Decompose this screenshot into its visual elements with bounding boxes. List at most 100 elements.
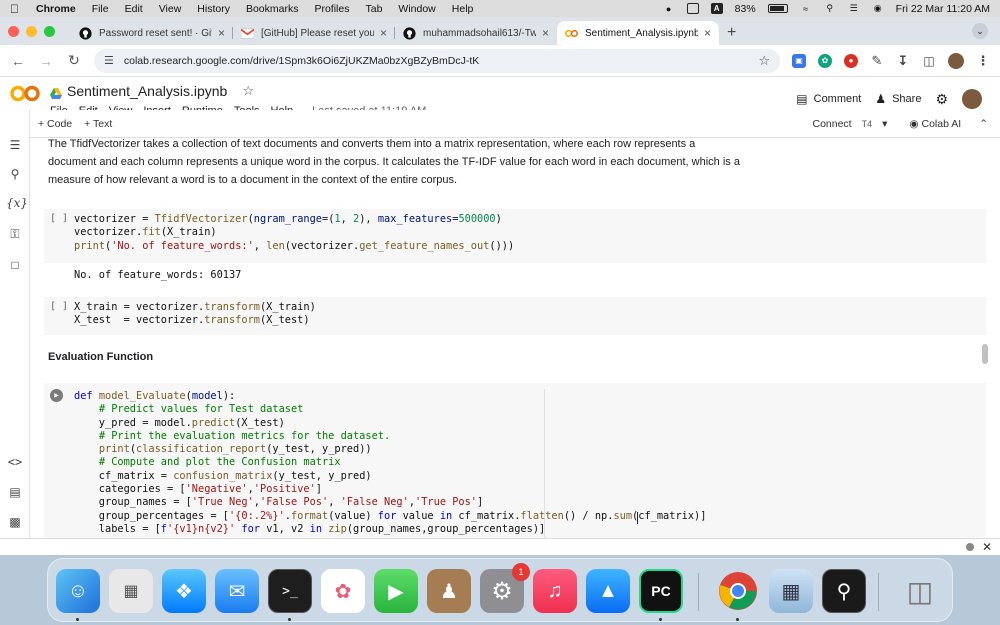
command-palette-icon[interactable]: ▤	[6, 485, 24, 499]
menu-bookmarks[interactable]: Bookmarks	[246, 3, 299, 15]
menu-window[interactable]: Window	[398, 3, 435, 15]
input-source-icon[interactable]: A	[710, 3, 723, 14]
siri-icon[interactable]: ◉	[872, 3, 884, 14]
code-cell-transform[interactable]: [ ] X_train = vectorizer.transform(X_tra…	[44, 297, 986, 335]
extension-blue-icon[interactable]: ▣	[792, 53, 806, 68]
star-notebook-icon[interactable]: ☆	[242, 83, 254, 99]
table-of-contents-icon[interactable]: ☰	[6, 138, 24, 152]
app-store-icon[interactable]: ▲	[586, 569, 630, 613]
colab-ai-button[interactable]: ◉ Colab AI	[909, 118, 961, 130]
new-tab-button[interactable]: +	[727, 21, 736, 45]
runtime-dropdown-icon[interactable]: ▾	[882, 118, 887, 130]
run-cell-button[interactable]: [ ]	[50, 213, 68, 224]
menu-app-name[interactable]: Chrome	[36, 3, 76, 15]
search-icon[interactable]: ⚲	[6, 167, 24, 181]
menu-help[interactable]: Help	[452, 3, 474, 15]
secrets-key-icon[interactable]: ⚿	[6, 227, 24, 242]
extension-red-icon[interactable]: ●	[844, 53, 858, 68]
zoom-window-button[interactable]	[44, 25, 55, 37]
preview-icon[interactable]: ▦	[769, 569, 813, 613]
notebook-scrollbar[interactable]	[982, 344, 988, 364]
control-center-icon[interactable]: ☰	[848, 3, 860, 14]
settings-gear-icon[interactable]: ⚙	[935, 91, 948, 108]
markdown-text-cell[interactable]: The TfidfVectorizer takes a collection o…	[48, 139, 748, 189]
terminal-icon[interactable]: ▩	[6, 515, 24, 529]
colab-logo[interactable]	[10, 85, 40, 108]
mail-icon[interactable]: ✉	[215, 569, 259, 613]
variables-icon[interactable]: {x}	[6, 196, 28, 210]
cell-output: No. of feature_words: 60137	[74, 269, 242, 281]
apple-icon[interactable]: 	[10, 2, 22, 16]
code-editor[interactable]: def model_Evaluate(model): # Predict val…	[74, 390, 706, 536]
run-cell-button[interactable]: [ ]	[50, 301, 68, 312]
finder-icon[interactable]: ☺	[56, 569, 100, 613]
code-editor[interactable]: vectorizer = TfidfVectorizer(ngram_range…	[74, 213, 514, 253]
search-icon[interactable]: ⚲	[824, 3, 836, 14]
profile-avatar[interactable]	[948, 52, 964, 69]
back-arrow-icon[interactable]: ←	[10, 53, 26, 69]
battery-icon[interactable]	[767, 4, 788, 13]
header-actions: ▤ Comment ♟ Share ⚙	[796, 89, 982, 109]
connect-button[interactable]: Connect	[812, 118, 851, 130]
side-panel-icon[interactable]: ◫	[922, 54, 936, 68]
code-cell-vectorizer[interactable]: [ ] vectorizer = TfidfVectorizer(ngram_r…	[44, 209, 986, 263]
close-window-button[interactable]	[8, 25, 19, 37]
status-dot-icon[interactable]	[966, 543, 974, 551]
puzzle-extensions-icon[interactable]: ✎	[870, 53, 884, 68]
code-snippets-icon[interactable]: <>	[6, 455, 24, 469]
chrome-icon[interactable]	[716, 569, 760, 613]
notebook-title[interactable]: Sentiment_Analysis.ipynb	[67, 83, 227, 99]
pycharm-icon[interactable]: PC	[639, 569, 683, 613]
bookmark-star-icon[interactable]: ☆	[758, 53, 770, 69]
system-settings-icon[interactable]: ⚙ 1	[480, 563, 530, 613]
menu-tab[interactable]: Tab	[365, 3, 382, 15]
tab-github-email[interactable]: [GitHub] Please reset your pa ×	[233, 21, 395, 45]
close-tab-icon[interactable]: ×	[704, 26, 711, 40]
url-text[interactable]: colab.research.google.com/drive/1Spm3k6O…	[124, 55, 479, 67]
menu-clock[interactable]: Fri 22 Mar 11:20 AM	[896, 3, 990, 15]
facetime-icon[interactable]: ▶	[374, 569, 418, 613]
tab-search-chevron-icon[interactable]: ⌄	[972, 23, 988, 39]
record-icon[interactable]: ●	[663, 3, 675, 14]
code-cell-model-evaluate[interactable]: ▶ def model_Evaluate(model): # Predict v…	[44, 383, 986, 538]
menu-history[interactable]: History	[197, 3, 230, 15]
chatgpt-extension-icon[interactable]: ✿	[818, 53, 832, 68]
close-tab-icon[interactable]: ×	[380, 26, 387, 40]
chrome-menu-icon[interactable]: ⋮	[976, 53, 990, 68]
download-icon[interactable]: ↧	[896, 53, 910, 68]
tab-password-reset[interactable]: Password reset sent! · GitHub ×	[71, 21, 233, 45]
menu-edit[interactable]: Edit	[125, 3, 143, 15]
photos-icon[interactable]: ✿	[321, 569, 365, 613]
close-shelf-icon[interactable]: ✕	[982, 540, 992, 554]
add-code-cell-button[interactable]: + Code	[38, 118, 72, 130]
reload-icon[interactable]: ↻	[66, 52, 82, 69]
code-editor[interactable]: X_train = vectorizer.transform(X_train) …	[74, 301, 316, 328]
menu-view[interactable]: View	[159, 3, 182, 15]
menu-profiles[interactable]: Profiles	[314, 3, 349, 15]
files-folder-icon[interactable]: □	[6, 258, 24, 272]
share-button[interactable]: ♟ Share	[875, 92, 921, 106]
launchpad-icon[interactable]: ▦	[109, 569, 153, 613]
wifi-icon[interactable]: ≈	[800, 3, 812, 14]
contacts-icon[interactable]: ♟	[427, 569, 471, 613]
terminal-app-icon[interactable]: >_	[268, 569, 312, 613]
safari-icon[interactable]: ❖	[162, 569, 206, 613]
display-icon[interactable]	[686, 3, 699, 14]
quicktime-icon[interactable]: ⚲	[822, 569, 866, 613]
minimize-window-button[interactable]	[26, 25, 37, 37]
run-cell-play-icon[interactable]: ▶	[50, 389, 63, 402]
forward-arrow-icon[interactable]: →	[38, 53, 54, 69]
menu-file[interactable]: File	[92, 3, 109, 15]
music-icon[interactable]: ♫	[533, 569, 577, 613]
site-info-icon[interactable]: ☰	[104, 54, 114, 67]
add-text-cell-button[interactable]: + Text	[84, 118, 112, 130]
tab-colab-notebook[interactable]: Sentiment_Analysis.ipynb - C ×	[557, 21, 719, 45]
comment-button[interactable]: ▤ Comment	[796, 92, 861, 106]
collapse-header-icon[interactable]: ⌃	[979, 118, 988, 130]
omnibox[interactable]: ☰ colab.research.google.com/drive/1Spm3k…	[94, 48, 780, 73]
close-tab-icon[interactable]: ×	[218, 26, 225, 40]
user-avatar[interactable]	[962, 89, 982, 109]
tab-github-repo[interactable]: muhammadsohail613/-Twitte ×	[395, 21, 557, 45]
trash-icon[interactable]: ◫	[898, 569, 942, 613]
close-tab-icon[interactable]: ×	[542, 26, 549, 40]
